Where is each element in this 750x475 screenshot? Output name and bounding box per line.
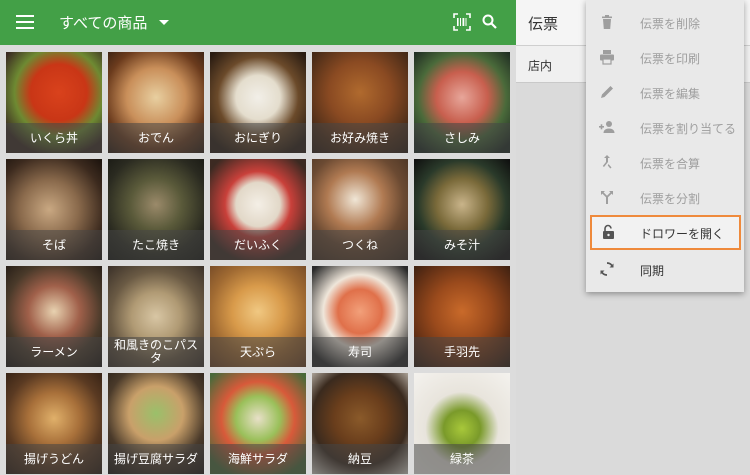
product-label: 揚げ豆腐サラダ [108, 444, 204, 474]
product-tile[interactable]: 海鮮サラダ [210, 373, 306, 474]
barcode-scan-icon[interactable] [452, 12, 472, 32]
split-icon [598, 188, 616, 206]
menu-item-sync[interactable]: 同期 [586, 252, 744, 287]
product-tile[interactable]: 手羽先 [414, 266, 510, 367]
product-label: 天ぷら [210, 337, 306, 367]
product-tile[interactable]: おにぎり [210, 52, 306, 153]
product-label: 和風きのこパスタ [108, 337, 204, 367]
product-tile[interactable]: おでん [108, 52, 204, 153]
product-tile[interactable]: 納豆 [312, 373, 408, 474]
menu-item-label: 伝票を合算 [640, 157, 701, 171]
product-label: 緑茶 [414, 444, 510, 474]
slip-actions-menu: 伝票を削除 伝票を印刷 伝票を編集 伝票を割り当てる 伝票を合算 伝票を分割 ド… [586, 0, 744, 292]
menu-item-delete-slip[interactable]: 伝票を削除 [586, 5, 744, 40]
menu-item-label: 同期 [640, 264, 665, 278]
product-tile[interactable]: 天ぷら [210, 266, 306, 367]
menu-item-open-drawer[interactable]: ドロワーを開く [590, 215, 741, 250]
search-icon[interactable] [480, 12, 500, 32]
product-tile[interactable]: ラーメン [6, 266, 102, 367]
product-label: 納豆 [312, 444, 408, 474]
product-tile[interactable]: つくね [312, 159, 408, 260]
product-label: つくね [312, 230, 408, 260]
unlock-icon [600, 223, 618, 241]
category-selector[interactable]: すべての商品 [59, 12, 170, 33]
product-label: いくら丼 [6, 123, 102, 153]
menu-item-merge-slip[interactable]: 伝票を合算 [586, 145, 744, 180]
slip-type-label: 店内 [528, 59, 553, 73]
product-tile[interactable]: 揚げうどん [6, 373, 102, 474]
printer-icon [598, 48, 616, 66]
menu-item-label: 伝票を印刷 [640, 52, 701, 66]
product-label: 揚げうどん [6, 444, 102, 474]
product-label: だいふく [210, 230, 306, 260]
product-label: お好み焼き [312, 123, 408, 153]
menu-item-label: 伝票を削除 [640, 17, 701, 31]
menu-item-label: 伝票を編集 [640, 87, 701, 101]
sync-icon [598, 260, 616, 278]
product-grid: いくら丼 おでん おにぎり お好み焼き さしみ そば たこ焼き だいふく つくね… [0, 45, 516, 475]
menu-item-split-slip[interactable]: 伝票を分割 [586, 180, 744, 215]
product-label: みそ汁 [414, 230, 510, 260]
product-tile[interactable]: お好み焼き [312, 52, 408, 153]
product-tile[interactable]: 緑茶 [414, 373, 510, 474]
product-tile[interactable]: だいふく [210, 159, 306, 260]
product-label: おにぎり [210, 123, 306, 153]
product-tile[interactable]: 揚げ豆腐サラダ [108, 373, 204, 474]
product-tile[interactable]: みそ汁 [414, 159, 510, 260]
top-app-bar: すべての商品 [0, 0, 516, 45]
product-tile[interactable]: さしみ [414, 52, 510, 153]
product-tile[interactable]: いくら丼 [6, 52, 102, 153]
product-label: 寿司 [312, 337, 408, 367]
assign-user-icon [598, 118, 616, 136]
product-label: たこ焼き [108, 230, 204, 260]
product-tile[interactable]: そば [6, 159, 102, 260]
category-title: すべての商品 [59, 14, 148, 32]
pencil-icon [598, 83, 616, 101]
menu-item-label: 伝票を割り当てる [640, 122, 737, 136]
menu-item-label: 伝票を分割 [640, 192, 701, 206]
product-label: 海鮮サラダ [210, 444, 306, 474]
trash-icon [598, 13, 616, 31]
pos-app: すべての商品 いくら丼 おでん おにぎり お好み焼き さしみ そば たこ焼き だ… [0, 0, 750, 475]
product-label: さしみ [414, 123, 510, 153]
menu-icon[interactable] [16, 14, 34, 30]
menu-item-edit-slip[interactable]: 伝票を編集 [586, 75, 744, 110]
dropdown-caret-icon [159, 20, 170, 25]
product-label: そば [6, 230, 102, 260]
product-tile[interactable]: 和風きのこパスタ [108, 266, 204, 367]
product-label: おでん [108, 123, 204, 153]
product-tile[interactable]: 寿司 [312, 266, 408, 367]
menu-item-print-slip[interactable]: 伝票を印刷 [586, 40, 744, 75]
product-tile[interactable]: たこ焼き [108, 159, 204, 260]
product-label: 手羽先 [414, 337, 510, 367]
merge-icon [598, 153, 616, 171]
slip-title: 伝票 [528, 15, 559, 33]
product-label: ラーメン [6, 337, 102, 367]
menu-item-label: ドロワーを開く [640, 227, 725, 241]
menu-item-assign-slip[interactable]: 伝票を割り当てる [586, 110, 744, 145]
